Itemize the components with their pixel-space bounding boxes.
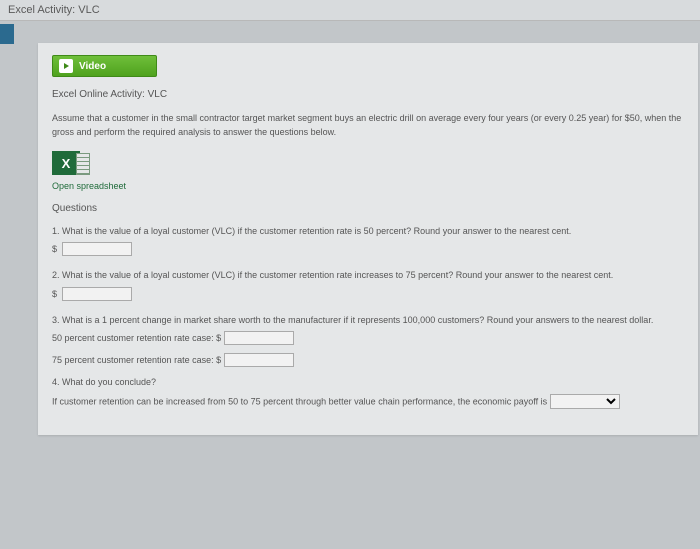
question-2-text: 2. What is the value of a loyal customer…: [52, 268, 684, 282]
intro-paragraph: Assume that a customer in the small cont…: [52, 112, 684, 139]
question-3b-label: 75 percent customer retention rate case:…: [52, 355, 221, 365]
side-accent: [0, 24, 14, 44]
question-4-sentence-line: If customer retention can be increased f…: [52, 394, 684, 409]
question-4-text: 4. What do you conclude?: [52, 375, 684, 389]
activity-subtitle: Excel Online Activity: VLC: [52, 89, 684, 100]
activity-card: Video Excel Online Activity: VLC Assume …: [38, 43, 698, 435]
window-title-bar: Excel Activity: VLC: [0, 0, 700, 21]
question-2-input[interactable]: [62, 287, 132, 301]
question-4-sentence: If customer retention can be increased f…: [52, 396, 547, 406]
question-3a-label: 50 percent customer retention rate case:…: [52, 333, 221, 343]
question-1-input-line: $: [52, 242, 684, 256]
window-title: Excel Activity: VLC: [8, 4, 100, 16]
excel-icon: X: [52, 151, 80, 175]
open-spreadsheet-link[interactable]: Open spreadsheet: [52, 181, 684, 191]
question-3b-line: 75 percent customer retention rate case:…: [52, 353, 684, 367]
question-1-text: 1. What is the value of a loyal customer…: [52, 224, 684, 238]
dollar-prefix: $: [52, 289, 57, 299]
question-3-text: 3. What is a 1 percent change in market …: [52, 313, 684, 327]
excel-block: X: [52, 151, 684, 175]
play-icon: [59, 59, 73, 73]
dollar-prefix: $: [52, 244, 57, 254]
question-2-input-line: $: [52, 287, 684, 301]
question-3b-input[interactable]: [224, 353, 294, 367]
video-tab[interactable]: Video: [52, 55, 157, 77]
question-4-select[interactable]: [550, 394, 620, 409]
question-3a-input[interactable]: [224, 331, 294, 345]
question-3a-line: 50 percent customer retention rate case:…: [52, 331, 684, 345]
question-1-input[interactable]: [62, 242, 132, 256]
video-tab-label: Video: [79, 61, 106, 72]
questions-heading: Questions: [52, 203, 684, 214]
